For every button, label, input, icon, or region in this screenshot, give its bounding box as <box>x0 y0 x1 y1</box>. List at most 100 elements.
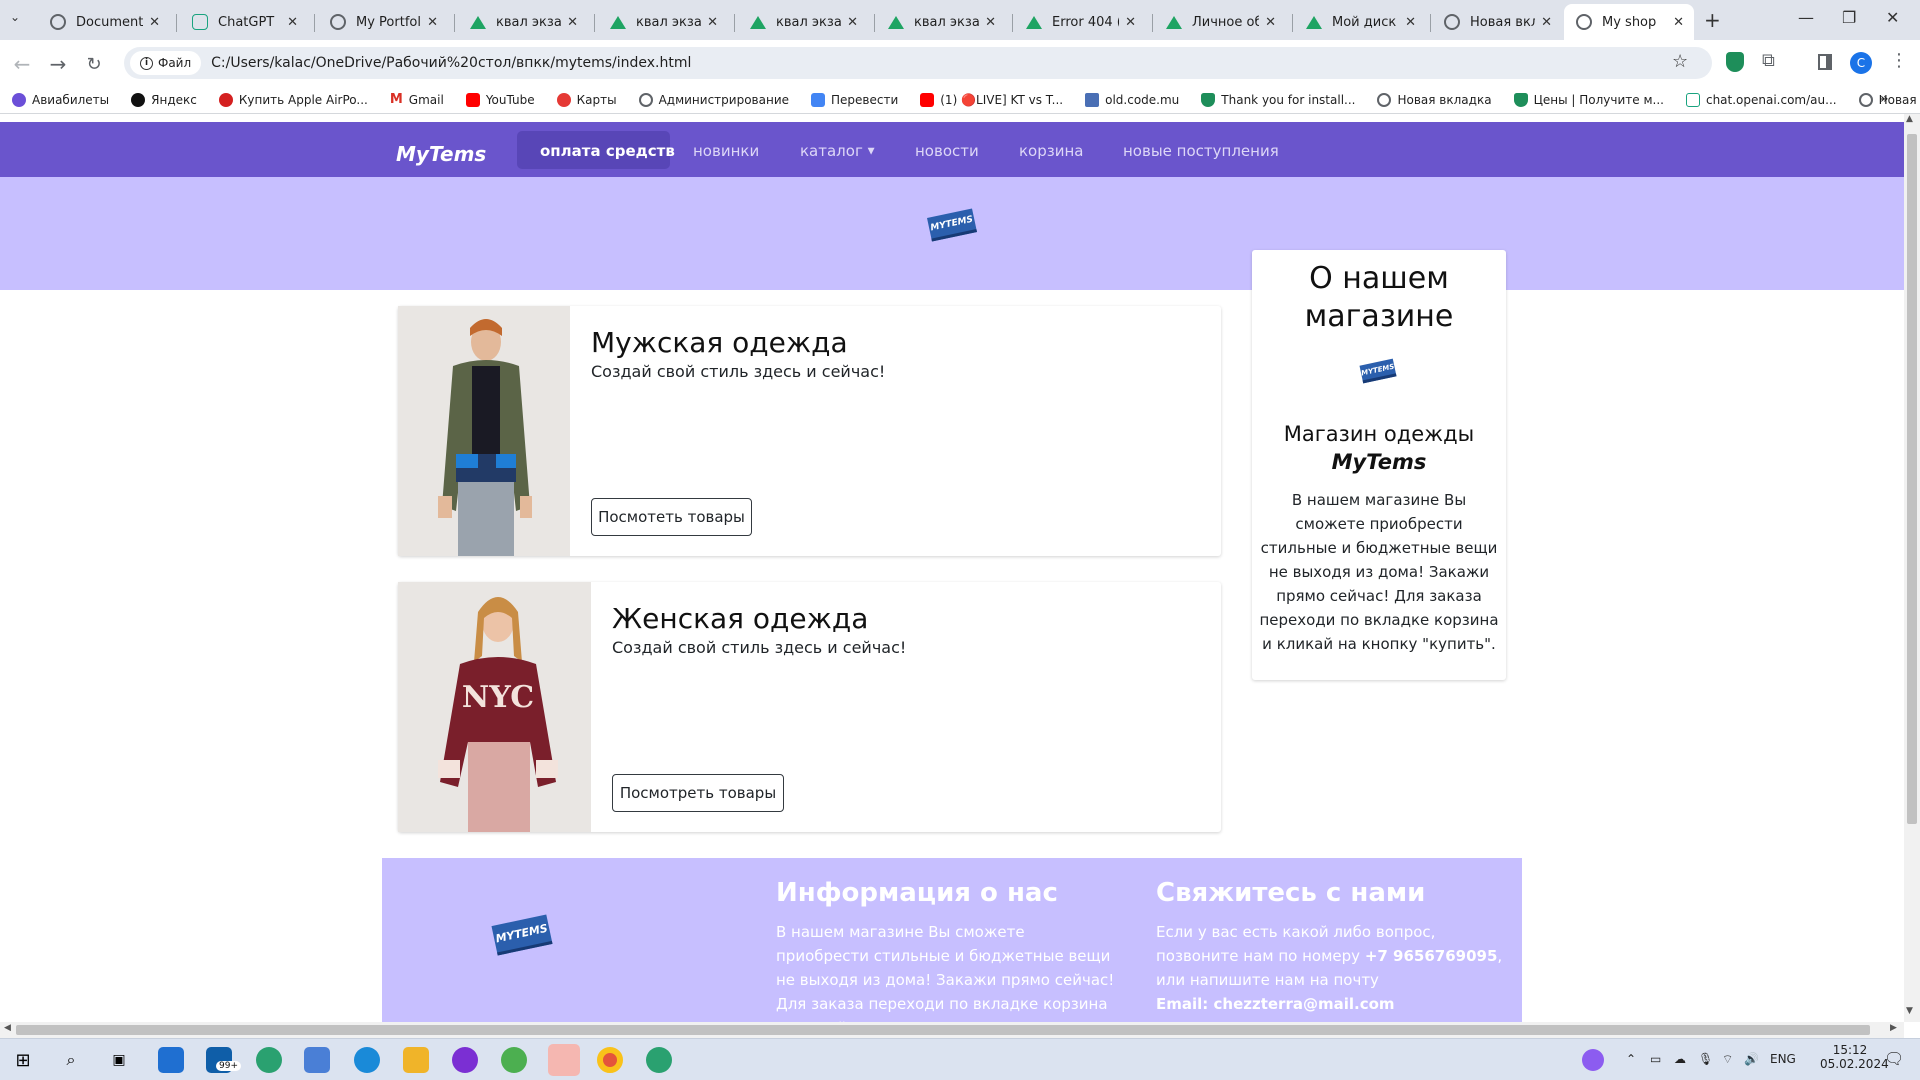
close-tab-icon[interactable]: ✕ <box>427 15 438 30</box>
bookmark-star-icon[interactable]: ☆ <box>1672 51 1688 72</box>
url-text[interactable]: C:/Users/kalac/OneDrive/Рабочий%20стол/в… <box>211 55 691 71</box>
utorrent-icon[interactable] <box>501 1047 527 1073</box>
view-men-products-button[interactable]: Посмотеть товары <box>591 498 752 536</box>
microphone-icon[interactable]: 🎙 <box>1698 1052 1713 1066</box>
scroll-up-icon[interactable]: ▲ <box>1906 114 1913 124</box>
close-tab-icon[interactable]: ✕ <box>1541 15 1552 30</box>
chatgpt-app-icon[interactable] <box>646 1047 672 1073</box>
close-tab-icon[interactable]: ✕ <box>1265 15 1276 30</box>
close-tab-icon[interactable]: ✕ <box>1673 15 1684 30</box>
network-icon[interactable]: ☁ <box>1674 1052 1686 1066</box>
extension-shield-icon[interactable] <box>1726 52 1744 72</box>
notifications-icon[interactable]: 🗨 <box>1884 1049 1904 1068</box>
file-explorer-icon[interactable] <box>403 1047 429 1073</box>
back-icon[interactable]: ← <box>8 50 36 78</box>
bookmark-item[interactable]: old.code.mu <box>1085 92 1179 107</box>
chrome-browser-icon[interactable] <box>597 1047 623 1073</box>
close-tab-icon[interactable]: ✕ <box>1405 15 1416 30</box>
task-view-icon[interactable]: ▣ <box>106 1047 132 1073</box>
tab-my-portfolio[interactable]: My Portfolio ✕ <box>318 4 448 40</box>
nav-news[interactable]: новости <box>915 142 979 160</box>
new-tab-icon[interactable]: + <box>1704 8 1721 32</box>
bookmark-item[interactable]: Новая вкладка <box>1858 92 1920 107</box>
close-tab-icon[interactable]: ✕ <box>1125 15 1136 30</box>
horizontal-scrollbar[interactable]: ◀ ▶ <box>0 1022 1904 1038</box>
close-tab-icon[interactable]: ✕ <box>847 15 858 30</box>
windows-start-icon[interactable]: ⊞ <box>10 1047 36 1073</box>
site-info-chip[interactable]: i Файл <box>130 51 202 75</box>
minimize-icon[interactable]: — <box>1798 8 1814 27</box>
menu-dots-icon[interactable]: ⋮ <box>1890 50 1908 71</box>
google-drive-icon <box>610 15 626 29</box>
restore-icon[interactable]: ❐ <box>1842 8 1856 27</box>
scroll-right-icon[interactable]: ▶ <box>1890 1023 1897 1033</box>
bookmark-item[interactable]: Thank you for install... <box>1201 92 1355 107</box>
bookmark-item[interactable]: M Gmail <box>390 92 444 107</box>
scroll-left-icon[interactable]: ◀ <box>4 1023 11 1033</box>
address-bar[interactable]: i Файл C:/Users/kalac/OneDrive/Рабочий%2… <box>124 47 1712 79</box>
tab-search-chevron-icon[interactable]: ⌄ <box>10 10 20 24</box>
tab-chatgpt[interactable]: ChatGPT ✕ <box>180 4 308 40</box>
wifi-icon[interactable]: ⌔ <box>1722 1052 1733 1067</box>
scroll-down-icon[interactable]: ▼ <box>1906 1006 1913 1016</box>
chat-app-icon[interactable] <box>452 1047 478 1073</box>
nav-payment[interactable]: оплата средств <box>540 142 675 160</box>
language-indicator[interactable]: ENG <box>1770 1052 1796 1066</box>
tab-kval-4[interactable]: квал экзаме ✕ <box>876 4 1006 40</box>
close-tab-icon[interactable]: ✕ <box>567 15 578 30</box>
close-tab-icon[interactable]: ✕ <box>287 15 298 30</box>
mail-app-icon[interactable]: 99+ <box>206 1047 241 1073</box>
scroll-thumb[interactable] <box>16 1025 1870 1035</box>
assistant-icon[interactable] <box>1582 1049 1604 1071</box>
tab-my-shop[interactable]: My shop ✕ <box>1564 4 1694 40</box>
bookmark-item[interactable]: Купить Apple AirPo... <box>218 92 368 107</box>
tab-kval-1[interactable]: квал экзаме ✕ <box>458 4 588 40</box>
edge-browser-icon[interactable] <box>354 1047 380 1073</box>
view-women-products-button[interactable]: Посмотреть товары <box>612 774 784 812</box>
tray-chevron-icon[interactable]: ⌃ <box>1626 1052 1636 1066</box>
close-tab-icon[interactable]: ✕ <box>985 15 996 30</box>
bookmark-item[interactable]: Авиабилеты <box>12 92 109 107</box>
reload-icon[interactable]: ↻ <box>80 50 108 78</box>
nav-catalog[interactable]: каталог ▼ <box>800 142 875 160</box>
tab-lichnoe[interactable]: Личное обл ✕ <box>1154 4 1286 40</box>
close-tab-icon[interactable]: ✕ <box>707 15 718 30</box>
volume-icon[interactable]: 🔊 <box>1744 1052 1759 1066</box>
store-app-icon[interactable] <box>158 1047 184 1073</box>
nav-cart[interactable]: корзина <box>1019 142 1083 160</box>
bookmark-item[interactable]: Перевести <box>811 92 898 107</box>
vertical-scrollbar[interactable]: ▲ ▼ <box>1904 114 1920 1022</box>
scroll-thumb[interactable] <box>1907 134 1917 824</box>
bookmark-item[interactable]: Цены | Получите м... <box>1513 92 1664 107</box>
profile-avatar[interactable]: C <box>1850 52 1872 74</box>
bookmark-item[interactable]: Новая вкладка <box>1377 92 1492 107</box>
side-panel-icon[interactable] <box>1818 54 1832 70</box>
chatgpt-app-icon[interactable] <box>256 1047 282 1073</box>
close-window-icon[interactable]: ✕ <box>1886 8 1899 27</box>
more-bookmarks-icon[interactable]: » <box>1880 91 1889 107</box>
close-tab-icon[interactable]: ✕ <box>149 15 160 30</box>
nav-new[interactable]: новинки <box>693 142 759 160</box>
forward-icon[interactable]: → <box>44 50 72 78</box>
tab-document[interactable]: Document ✕ <box>38 4 170 40</box>
clock[interactable]: 15:12 05.02.2024 <box>1820 1043 1889 1071</box>
nav-new-arrivals[interactable]: новые поступления <box>1123 142 1279 160</box>
email-address[interactable]: Email: chezzterra@mail.com <box>1156 995 1395 1013</box>
tab-error-404[interactable]: Error 404 (Н ✕ <box>1014 4 1146 40</box>
site-brand[interactable]: MyTems <box>396 142 486 166</box>
extensions-puzzle-icon[interactable]: ⧉ <box>1762 50 1775 71</box>
tab-kval-3[interactable]: квал экзаме ✕ <box>738 4 868 40</box>
bookmark-item[interactable]: Карты <box>556 92 617 107</box>
tablet-app-icon[interactable] <box>304 1047 330 1073</box>
bookmark-item[interactable]: chat.openai.com/au... <box>1685 92 1837 107</box>
phone-number[interactable]: +7 9656769095 <box>1365 947 1498 965</box>
tab-kval-2[interactable]: квал экзаме ✕ <box>598 4 728 40</box>
bookmark-item[interactable]: (1) 🔴LIVE] KT vs T... <box>920 92 1063 107</box>
tab-my-drive[interactable]: Мой диск – ✕ <box>1294 4 1426 40</box>
bookmark-item[interactable]: Администрирование <box>638 92 789 107</box>
bookmark-item[interactable]: YouTube <box>465 92 535 107</box>
figma-like-app-icon[interactable] <box>548 1044 580 1076</box>
tab-new-tab[interactable]: Новая вклад ✕ <box>1432 4 1562 40</box>
bookmark-item[interactable]: Яндекс <box>131 92 197 107</box>
search-icon[interactable]: ⌕ <box>58 1047 84 1073</box>
